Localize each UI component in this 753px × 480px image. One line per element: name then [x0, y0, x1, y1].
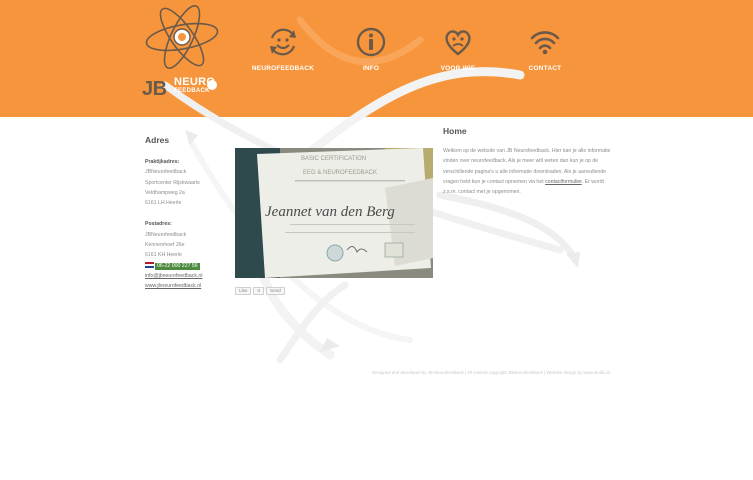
home-content: Home Welkom op de website van JB Neurofe…	[443, 126, 613, 197]
like-button[interactable]: Like	[235, 287, 252, 295]
heart-face-icon	[445, 30, 471, 56]
postal-line: JBNeurofeedback	[145, 231, 187, 238]
postal-line: 6161 KH Heerle	[145, 252, 182, 259]
email-link[interactable]: info@jbneurofeedback.nl	[145, 273, 202, 279]
nav-label: NEUROFEEDBACK	[251, 65, 315, 72]
certificate-photo: BASIC CERTIFICATION EEG & NEUROFEEDBACK …	[235, 148, 433, 278]
phone-row[interactable]: 06-22 000 227 56	[145, 261, 230, 271]
share-bar: Like 0 Send	[235, 287, 287, 295]
page: JB NEURO FEEDBACK NEUROFEEDBACK INFO VOO…	[0, 0, 753, 480]
nav-label: INFO	[362, 65, 380, 72]
nav-info[interactable]: INFO	[331, 26, 411, 72]
postal-line: Kennemhoef 26e	[145, 242, 185, 249]
certificate-badge-line2: EEG & NEUROFEEDBACK	[303, 170, 377, 176]
logo-dot	[207, 80, 217, 90]
practice-line: 6161 LH Heerle	[145, 200, 182, 207]
home-paragraph: Welkom op de website van JB Neurofeedbac…	[443, 148, 611, 196]
address-title: Adres	[145, 135, 170, 145]
certificate-badge-line1: BASIC CERTIFICATION	[301, 156, 366, 162]
site-logo[interactable]: JB NEURO FEEDBACK	[140, 2, 230, 102]
send-button[interactable]: Send	[266, 287, 285, 295]
home-title: Home	[443, 126, 467, 136]
practice-line: Sportcenter Rijskwaarts	[145, 179, 200, 186]
smiley-arrows-icon	[270, 28, 296, 56]
footer-text: Designed and developed by JB Neurofeedba…	[372, 370, 611, 375]
address-column: Adres Praktijkadres: JBNeurofeedback Spo…	[145, 135, 230, 292]
logo-jb-text: JB	[142, 78, 167, 100]
nav-neurofeedback[interactable]: NEUROFEEDBACK	[243, 26, 323, 72]
certificate-name: Jeannet van den Berg	[265, 204, 395, 220]
logo-feedback-text: FEEDBACK	[174, 88, 210, 94]
like-count: 0	[253, 287, 264, 295]
practice-line: JBNeurofeedback	[145, 169, 187, 176]
nav-label: CONTACT	[528, 65, 562, 72]
dutch-flag-icon	[145, 262, 154, 269]
info-icon	[356, 27, 386, 57]
atom-logo-icon	[145, 5, 219, 69]
nav-voor-wie[interactable]: VOOR WIE	[418, 26, 498, 72]
nav-contact[interactable]: CONTACT	[505, 26, 585, 72]
postal-address-label: Postadres:	[145, 221, 172, 228]
nav-label: VOOR WIE	[440, 65, 476, 72]
practice-line: Veldhampweg 2a	[145, 189, 185, 196]
phone-number[interactable]: 06-22 000 227 56	[155, 262, 200, 270]
contact-form-link[interactable]: contactformulier	[545, 179, 582, 185]
wifi-icon	[530, 31, 560, 55]
practice-address-label: Praktijkadres:	[145, 159, 180, 165]
website-link[interactable]: www.jbneurofeedback.nl	[145, 283, 201, 289]
